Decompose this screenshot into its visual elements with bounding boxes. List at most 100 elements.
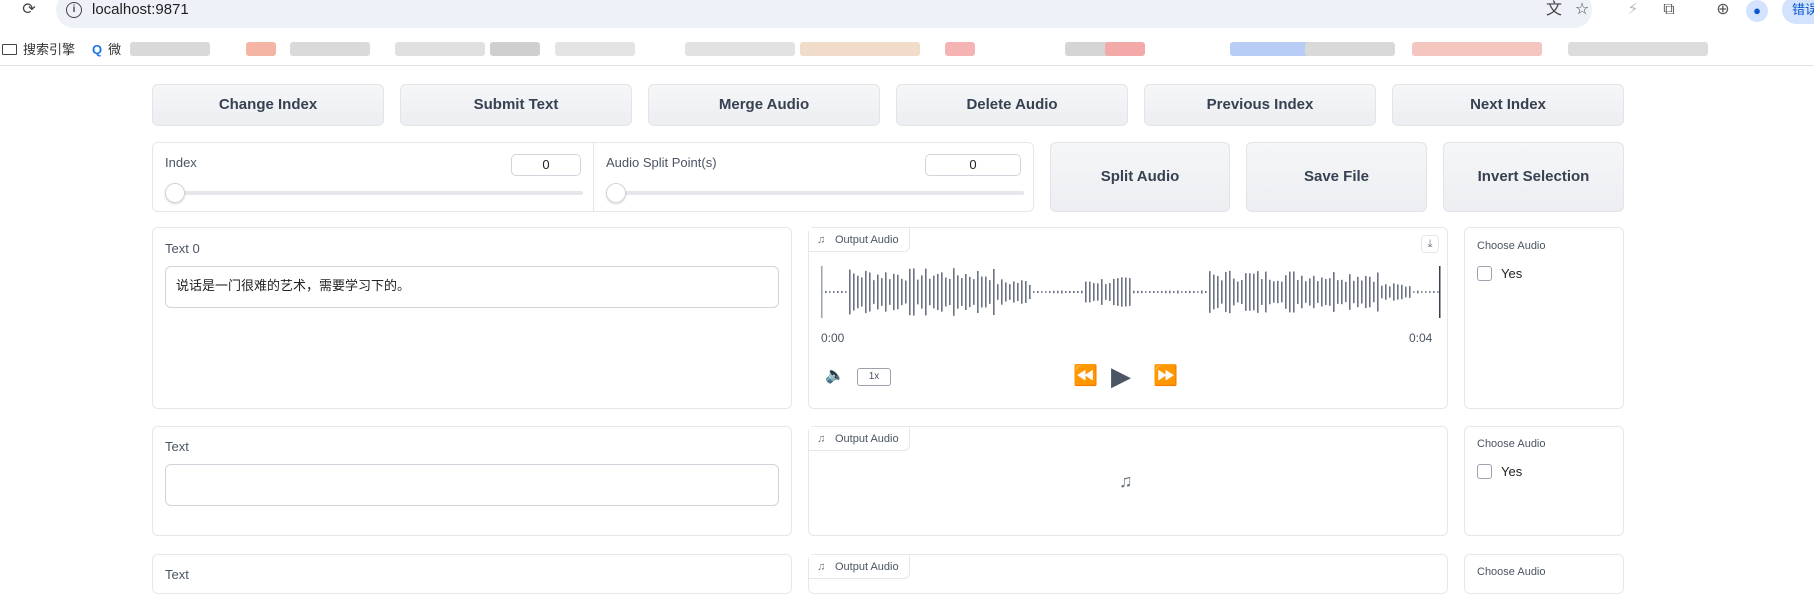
fast-forward-icon[interactable]: ⏩ [1153, 365, 1178, 387]
submit-text-button[interactable]: Submit Text [400, 84, 632, 126]
playback-speed-button[interactable]: 1x [857, 368, 891, 386]
reload-icon[interactable]: ⟳ [18, 0, 40, 22]
address-bar[interactable]: i localhost:9871 文 ☆ [56, 0, 1592, 28]
waveform-bar [913, 268, 915, 316]
audio-player-panel: ♫ Output Audio ♫ [808, 426, 1448, 536]
bookmark-blurred[interactable] [1230, 42, 1310, 56]
yes-checkbox[interactable] [1477, 266, 1492, 281]
download-icon[interactable]: ⤓ [1421, 235, 1439, 253]
text-label: Text 0 [165, 241, 200, 256]
info-icon[interactable]: i [66, 2, 82, 18]
bookmark-blurred[interactable] [130, 42, 210, 56]
waveform-bar [1009, 284, 1011, 300]
waveform-bar [1309, 278, 1311, 306]
waveform-bar [1189, 290, 1191, 294]
next-index-button[interactable]: Next Index [1392, 84, 1624, 126]
bookmark-blurred[interactable] [1105, 42, 1145, 56]
bookmark-blurred[interactable] [290, 42, 370, 56]
index-number-input[interactable]: 0 [511, 154, 581, 176]
waveform-bar [933, 275, 935, 309]
folder-icon [2, 44, 17, 55]
text-input[interactable]: 说话是一门很难的艺术，需要学习下的。 [165, 266, 779, 308]
translate-icon[interactable]: 文 [1544, 0, 1564, 20]
merge-audio-button[interactable]: Merge Audio [648, 84, 880, 126]
waveform-bar [1413, 291, 1415, 293]
waveform-bar [1213, 274, 1215, 310]
delete-audio-button[interactable]: Delete Audio [896, 84, 1128, 126]
bookmark-search-engines[interactable]: 搜索引擎 [2, 40, 75, 60]
change-index-button[interactable]: Change Index [152, 84, 384, 126]
split-audio-button[interactable]: Split Audio [1050, 142, 1230, 212]
waveform-bar [881, 278, 883, 306]
waveform-bar [1141, 290, 1143, 294]
waveform-bar [1217, 276, 1219, 308]
waveform-bar [1117, 278, 1119, 306]
waveform-bar [865, 270, 867, 314]
yes-checkbox-label: Yes [1501, 266, 1523, 281]
waveform-bar [845, 291, 847, 293]
split-point-slider-track[interactable] [606, 191, 1024, 195]
waveform-bar [945, 277, 947, 307]
waveform-bar [1373, 281, 1375, 303]
waveform-bar [1357, 276, 1359, 308]
choose-audio-label: Choose Audio [1477, 240, 1546, 252]
profile-button[interactable]: 错误 [1782, 0, 1814, 24]
split-point-slider-thumb[interactable] [606, 183, 626, 203]
text-input[interactable] [165, 464, 779, 506]
profile-avatar-icon[interactable]: ● [1746, 0, 1768, 22]
music-note-icon: ♫ [817, 561, 826, 573]
volume-icon[interactable]: 🔈 [825, 365, 845, 387]
bookmark-blurred[interactable] [1305, 42, 1395, 56]
waveform-bar [1269, 279, 1271, 305]
play-icon[interactable]: ▶ [1111, 362, 1131, 390]
slider-panel: Index 0 Audio Split Point(s) 0 [152, 142, 1034, 212]
waveform-bar [1109, 283, 1111, 301]
audio-player-panel: ♫ Output Audio ⤓ 0:00 0:04 🔈 1x ⏪ ▶ ⏩ [808, 227, 1448, 409]
time-end: 0:04 [1409, 331, 1433, 345]
audio-label-tag: ♫ Output Audio [809, 228, 910, 252]
waveform-bar [1173, 291, 1175, 293]
index-slider-track[interactable] [165, 191, 583, 195]
split-point-label: Audio Split Point(s) [606, 155, 717, 170]
save-file-button[interactable]: Save File [1246, 142, 1427, 212]
waveform-bar [977, 270, 979, 314]
rewind-icon[interactable]: ⏪ [1073, 365, 1098, 387]
waveform-bar [1089, 281, 1091, 303]
extensions-icon[interactable]: ⧉ [1658, 0, 1680, 22]
waveform-bar [901, 278, 903, 306]
bookmark-blurred[interactable] [490, 42, 540, 56]
bookmark-blurred[interactable] [555, 42, 635, 56]
split-point-number-input[interactable]: 0 [925, 154, 1021, 176]
bookmark-blurred[interactable] [246, 42, 276, 56]
waveform-bar [1177, 290, 1179, 294]
waveform-bar [1193, 290, 1195, 294]
download-status-icon[interactable]: ⊕ [1712, 0, 1734, 22]
waveform-bar [1021, 280, 1023, 304]
invert-selection-button[interactable]: Invert Selection [1443, 142, 1624, 212]
waveform-bar [1417, 290, 1419, 294]
bookmark-blurred[interactable] [1412, 42, 1542, 56]
bookmark-blurred[interactable] [800, 42, 920, 56]
bookmark-wei[interactable]: Q微 [92, 40, 121, 60]
waveform-bar [1201, 290, 1203, 294]
waveform-bar [885, 272, 887, 312]
bookmark-blurred[interactable] [1568, 42, 1708, 56]
previous-index-button[interactable]: Previous Index [1144, 84, 1376, 126]
waveform-bar [1257, 271, 1259, 313]
index-slider-thumb[interactable] [165, 183, 185, 203]
waveform-bar [1085, 281, 1087, 303]
bookmark-blurred[interactable] [395, 42, 485, 56]
bookmark-blurred[interactable] [685, 42, 795, 56]
audio-waveform[interactable] [821, 262, 1441, 322]
waveform-bar [953, 268, 955, 316]
bookmark-blurred[interactable] [945, 42, 975, 56]
waveform-bar [1409, 286, 1411, 298]
performance-icon[interactable]: ⚡ [1622, 0, 1644, 22]
waveform-bar [1101, 279, 1103, 305]
yes-checkbox[interactable] [1477, 464, 1492, 479]
waveform-bar [1245, 273, 1247, 311]
star-icon[interactable]: ☆ [1572, 0, 1592, 20]
text-label: Text [165, 567, 189, 582]
empty-audio-icon: ♫ [1119, 471, 1133, 491]
waveform-bar [929, 278, 931, 306]
